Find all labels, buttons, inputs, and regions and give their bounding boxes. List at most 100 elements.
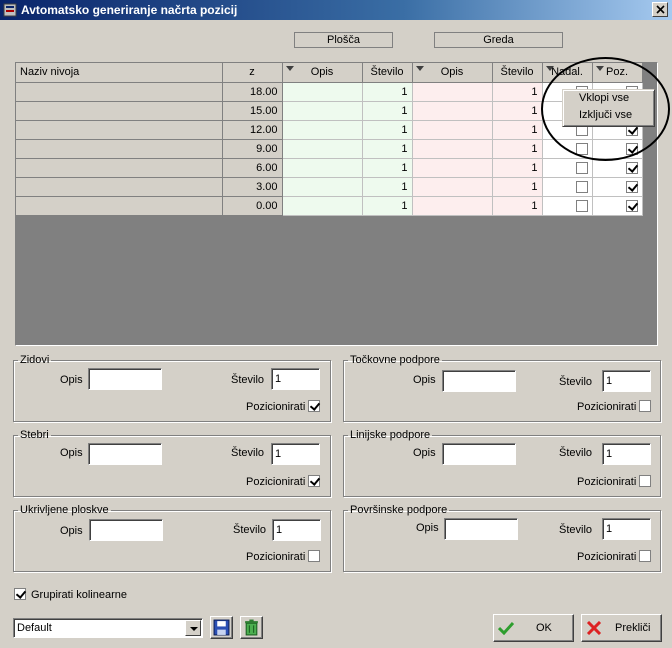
dropdown-arrow-icon[interactable] (415, 66, 424, 71)
cell-stevilo-greda[interactable]: 1 (492, 158, 543, 178)
cell-z[interactable]: 3.00 (222, 177, 283, 197)
cell-stevilo-greda[interactable]: 1 (492, 101, 543, 121)
linijske-stevilo-input[interactable]: 1 (602, 443, 651, 465)
poz-checkbox[interactable] (625, 142, 638, 155)
cell-nadal[interactable] (542, 158, 593, 178)
col-stevilo-plosca-header[interactable]: Število (362, 63, 413, 83)
povrsinske-stevilo-input[interactable]: 1 (602, 518, 651, 540)
zidovi-poz-checkbox[interactable] (308, 400, 320, 412)
cell-stevilo-plosca[interactable]: 1 (362, 82, 413, 102)
poz-checkbox[interactable] (625, 161, 638, 174)
zidovi-opis-input[interactable] (88, 368, 162, 390)
stebri-stevilo-input[interactable]: 1 (271, 443, 320, 465)
cell-naziv[interactable] (16, 158, 223, 178)
chevron-down-icon[interactable] (185, 620, 201, 636)
tockovne-opis-input[interactable] (442, 370, 516, 392)
cell-opis-greda[interactable] (412, 158, 493, 178)
cell-naziv[interactable] (16, 177, 223, 197)
ukrivljene-opis-input[interactable] (89, 519, 163, 541)
cell-opis-greda[interactable] (412, 82, 493, 102)
cell-nadal[interactable] (542, 196, 593, 216)
cell-opis-plosca[interactable] (282, 82, 363, 102)
cell-z[interactable]: 9.00 (222, 139, 283, 159)
save-preset-button[interactable] (210, 616, 233, 639)
cell-opis-greda[interactable] (412, 177, 493, 197)
cell-naziv[interactable] (16, 139, 223, 159)
tockovne-stevilo-input[interactable]: 1 (602, 370, 651, 392)
nadal-checkbox[interactable] (575, 161, 588, 174)
cell-nadal[interactable] (542, 177, 593, 197)
delete-preset-button[interactable] (240, 616, 263, 639)
dropdown-arrow-icon[interactable] (595, 66, 604, 71)
cell-opis-plosca[interactable] (282, 120, 363, 140)
cell-opis-plosca[interactable] (282, 158, 363, 178)
col-opis-greda-header[interactable]: Opis (412, 63, 493, 83)
povrsinske-opis-input[interactable] (444, 518, 518, 540)
ukrivljene-stevilo-input[interactable]: 1 (272, 519, 321, 541)
dropdown-arrow-icon[interactable] (545, 66, 554, 71)
ukrivljene-poz-checkbox[interactable] (308, 550, 320, 562)
poz-checkbox[interactable] (625, 199, 638, 212)
cell-stevilo-plosca[interactable]: 1 (362, 101, 413, 121)
table-row[interactable]: 6.00 1 1 (16, 158, 643, 178)
cell-opis-greda[interactable] (412, 101, 493, 121)
table-row[interactable]: 0.00 1 1 (16, 196, 643, 216)
linijske-opis-input[interactable] (442, 443, 516, 465)
menu-item-enable-all[interactable]: Vklopi vse (563, 90, 654, 107)
cell-naziv[interactable] (16, 120, 223, 140)
povrsinske-poz-checkbox[interactable] (639, 550, 651, 562)
nadal-checkbox[interactable] (575, 180, 588, 193)
stebri-poz-checkbox[interactable] (308, 475, 320, 487)
nadal-checkbox[interactable] (575, 199, 588, 212)
cell-poz[interactable] (592, 196, 643, 216)
cell-stevilo-plosca[interactable]: 1 (362, 158, 413, 178)
cell-naziv[interactable] (16, 196, 223, 216)
ok-button[interactable]: OK (493, 614, 574, 642)
col-opis-plosca-header[interactable]: Opis (282, 63, 363, 83)
cell-stevilo-greda[interactable]: 1 (492, 196, 543, 216)
cell-nadal[interactable] (542, 139, 593, 159)
cell-stevilo-greda[interactable]: 1 (492, 82, 543, 102)
poz-checkbox[interactable] (625, 180, 638, 193)
zidovi-stevilo-input[interactable]: 1 (271, 368, 320, 390)
cell-naziv[interactable] (16, 82, 223, 102)
stebri-opis-input[interactable] (88, 443, 162, 465)
cell-opis-greda[interactable] (412, 196, 493, 216)
cell-poz[interactable] (592, 139, 643, 159)
col-stevilo-greda-header[interactable]: Število (492, 63, 543, 83)
cancel-button[interactable]: Prekliči (581, 614, 662, 642)
cell-stevilo-plosca[interactable]: 1 (362, 177, 413, 197)
cell-stevilo-greda[interactable]: 1 (492, 139, 543, 159)
cell-opis-plosca[interactable] (282, 196, 363, 216)
cell-opis-plosca[interactable] (282, 177, 363, 197)
cell-stevilo-greda[interactable]: 1 (492, 120, 543, 140)
table-row[interactable]: 9.00 1 1 (16, 139, 643, 159)
table-row[interactable]: 18.00 1 1 (16, 82, 643, 102)
cell-z[interactable]: 12.00 (222, 120, 283, 140)
table-row[interactable]: 15.00 1 1 (16, 101, 643, 121)
close-button[interactable] (652, 2, 668, 17)
nadal-checkbox[interactable] (575, 142, 588, 155)
col-poz-header[interactable]: Poz. (592, 63, 643, 83)
cell-opis-greda[interactable] (412, 139, 493, 159)
grupirati-label[interactable]: Grupirati kolinearne (31, 589, 127, 601)
cell-stevilo-greda[interactable]: 1 (492, 177, 543, 197)
dropdown-arrow-icon[interactable] (285, 66, 294, 71)
table-row[interactable]: 3.00 1 1 (16, 177, 643, 197)
cell-opis-plosca[interactable] (282, 101, 363, 121)
cell-poz[interactable] (592, 177, 643, 197)
cell-opis-greda[interactable] (412, 120, 493, 140)
col-naziv-header[interactable]: Naziv nivoja (16, 63, 223, 83)
cell-z[interactable]: 6.00 (222, 158, 283, 178)
cell-stevilo-plosca[interactable]: 1 (362, 139, 413, 159)
cell-z[interactable]: 15.00 (222, 101, 283, 121)
cell-poz[interactable] (592, 158, 643, 178)
cell-opis-plosca[interactable] (282, 139, 363, 159)
grupirati-checkbox[interactable] (14, 588, 26, 600)
cell-z[interactable]: 0.00 (222, 196, 283, 216)
menu-item-disable-all[interactable]: Izključi vse (563, 107, 654, 124)
tockovne-poz-checkbox[interactable] (639, 400, 651, 412)
cell-stevilo-plosca[interactable]: 1 (362, 120, 413, 140)
table-row[interactable]: 12.00 1 1 (16, 120, 643, 140)
preset-select[interactable]: Default (13, 618, 203, 638)
